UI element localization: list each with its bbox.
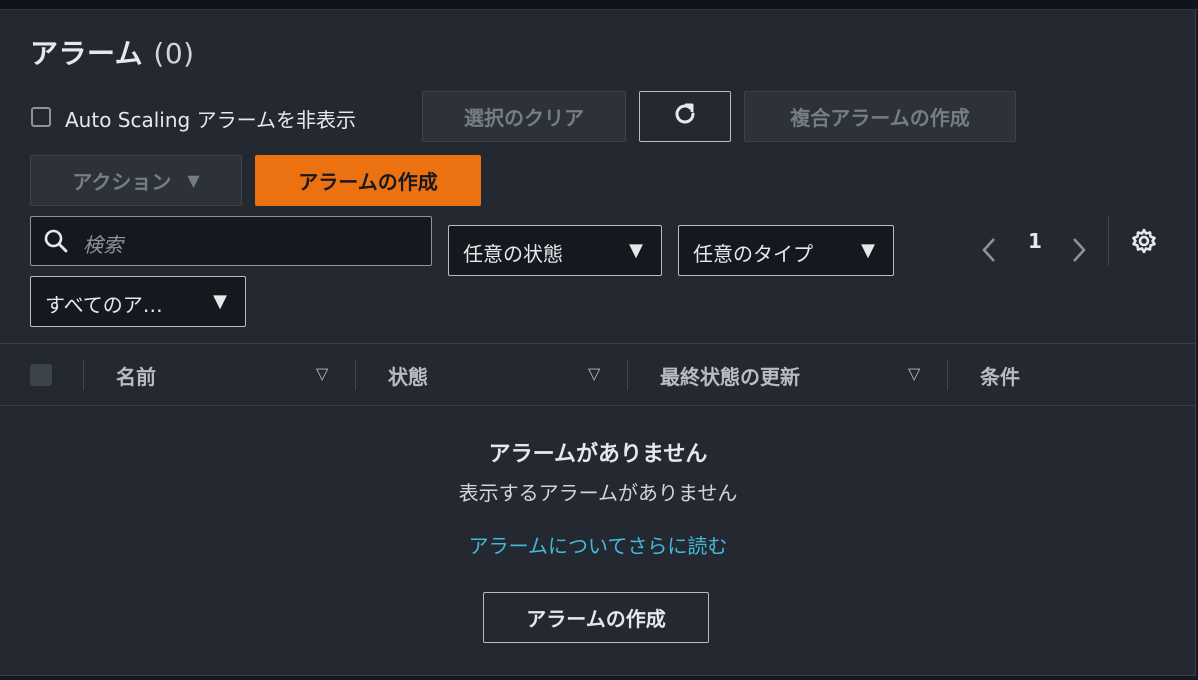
empty-state-subtitle: 表示するアラームがありません <box>458 481 738 505</box>
select-all-checkbox[interactable] <box>30 364 52 386</box>
sort-caret-icon[interactable]: ▽ <box>908 364 920 383</box>
sort-caret-icon[interactable]: ▽ <box>316 364 328 383</box>
clear-selection-label: 選択のクリア <box>464 106 584 130</box>
page-title-text: アラーム <box>30 37 144 70</box>
search-input[interactable]: 検索 <box>83 229 123 258</box>
search-icon <box>43 228 69 258</box>
column-header-last-update[interactable]: 最終状態の更新 <box>660 361 800 390</box>
create-composite-alarm-label: 複合アラームの作成 <box>790 106 970 130</box>
refresh-button[interactable] <box>639 91 731 142</box>
hide-autoscaling-checkbox[interactable] <box>31 107 51 127</box>
empty-create-alarm-button[interactable]: アラームの作成 <box>483 592 709 643</box>
empty-state-title: アラームがありません <box>488 442 708 467</box>
actions-dropdown[interactable]: アクション ▼ <box>30 155 242 206</box>
column-divider <box>947 360 948 390</box>
caret-down-icon: ▼ <box>629 240 643 261</box>
create-alarm-label: アラームの作成 <box>298 170 438 194</box>
table-header: 名前 ▽ 状態 ▽ 最終状態の更新 ▽ 条件 <box>0 343 1196 406</box>
state-filter-value: 任意の状態 <box>463 242 563 266</box>
actions-label: アクション <box>72 170 172 194</box>
column-divider <box>627 360 628 390</box>
caret-down-icon: ▼ <box>213 291 227 312</box>
chevron-left-icon[interactable] <box>980 235 1000 272</box>
actions-filter-select[interactable]: すべてのア… ▼ <box>30 276 246 327</box>
type-filter-select[interactable]: 任意のタイプ ▼ <box>678 225 894 276</box>
clear-selection-button[interactable]: 選択のクリア <box>422 91 626 142</box>
refresh-icon <box>671 100 699 133</box>
divider <box>1108 216 1109 266</box>
caret-down-icon: ▼ <box>861 240 875 261</box>
page-title: アラーム (0) <box>30 32 195 72</box>
actions-filter-value: すべてのア… <box>45 293 163 317</box>
column-divider <box>355 360 356 390</box>
create-alarm-button[interactable]: アラームの作成 <box>255 155 481 206</box>
column-header-name[interactable]: 名前 <box>116 361 156 390</box>
column-header-state[interactable]: 状態 <box>388 361 428 390</box>
chevron-right-icon[interactable] <box>1068 235 1088 272</box>
create-composite-alarm-button[interactable]: 複合アラームの作成 <box>744 91 1016 142</box>
learn-more-link[interactable]: アラームについてさらに読む <box>0 530 1196 559</box>
hide-autoscaling-label[interactable]: Auto Scaling アラームを非表示 <box>65 104 356 133</box>
sort-caret-icon[interactable]: ▽ <box>588 364 600 383</box>
alarm-count: (0) <box>153 37 195 70</box>
column-header-conditions[interactable]: 条件 <box>980 361 1020 390</box>
top-bar <box>0 0 1198 10</box>
type-filter-value: 任意のタイプ <box>693 242 813 266</box>
column-divider <box>83 360 84 390</box>
caret-down-icon: ▼ <box>187 171 200 190</box>
state-filter-select[interactable]: 任意の状態 ▼ <box>448 225 662 276</box>
current-page[interactable]: 1 <box>1028 229 1042 253</box>
empty-create-alarm-label: アラームの作成 <box>526 607 666 631</box>
search-field[interactable]: 検索 <box>30 216 432 266</box>
gear-icon[interactable] <box>1130 227 1158 259</box>
